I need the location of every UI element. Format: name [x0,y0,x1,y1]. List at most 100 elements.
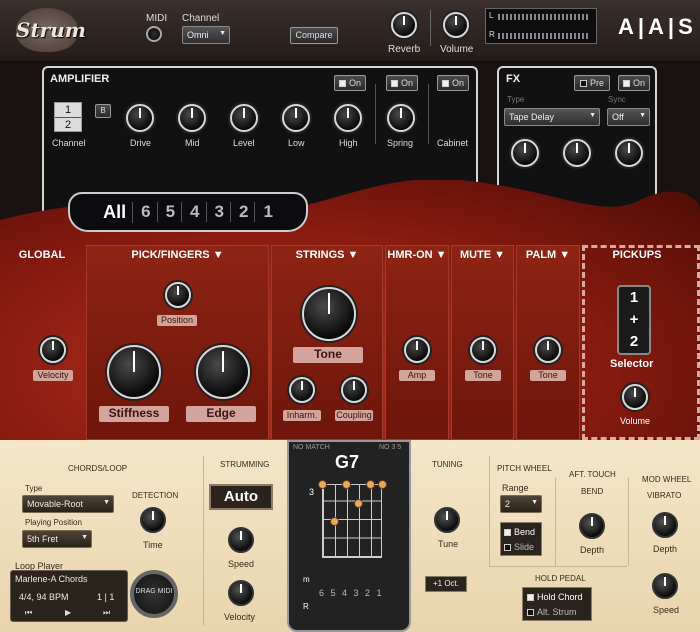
aftertouch-depth-knob[interactable] [579,513,605,539]
strum-auto-button[interactable]: Auto [209,484,273,510]
strum-velocity-knob[interactable] [228,580,254,606]
fx-type-select[interactable]: Tape Delay [504,108,600,126]
hold-chord-label: Hold Chord [537,592,583,602]
tone-label: Tone [293,347,363,363]
edge-knob[interactable] [196,345,250,399]
amp-on-button[interactable]: On [334,75,366,91]
meter-l-label: L [489,11,494,20]
low-knob[interactable] [282,104,310,132]
vibrato-speed-knob[interactable] [652,573,678,599]
chords-loop-title: CHORDS/LOOP [68,464,128,473]
hmr-amp-label: Amp [399,370,435,381]
bottom-divider-2 [489,456,490,566]
strum-speed-label: Speed [228,559,255,569]
loop-player-box: Marlene-A Chords 4/4, 94 BPM 1 | 1 ⏮ ▶ ⏭ [10,570,128,622]
channel-b-button[interactable]: B [95,104,111,118]
mute-tone-knob[interactable] [470,337,496,363]
tune-knob[interactable] [434,507,460,533]
chord-type-select[interactable]: Movable-Root [22,495,114,513]
palm-header[interactable]: PALM ▼ [516,249,580,261]
no-35-label: NO 3 5 [379,444,402,451]
string-selector[interactable]: All 6 5 4 3 2 1 [68,192,308,232]
channel-2[interactable]: 2 [55,118,81,132]
string-3[interactable]: 3 [209,202,231,222]
inharm-knob[interactable] [289,377,315,403]
detection-time-knob[interactable] [140,507,166,533]
pickup-selector[interactable]: 1 + 2 [617,285,651,355]
coupling-knob[interactable] [341,377,367,403]
cabinet-on-button[interactable]: On [437,75,469,91]
hold-chord-option[interactable]: Hold Chord [527,592,583,602]
bend-option[interactable]: Bend [504,527,535,537]
pick-header[interactable]: PICK/FINGERS ▼ [86,249,269,261]
slide-option[interactable]: Slide [504,542,534,552]
pickup-1[interactable]: 1 [619,287,649,309]
amp-on-led-icon [338,80,346,87]
fx-knob-2[interactable] [563,139,591,167]
spring-knob[interactable] [387,104,415,132]
plus-one-octave-button[interactable]: +1 Oct. [425,576,467,592]
next-icon[interactable]: ⏭ [103,608,110,618]
aft-touch-title: AFT. TOUCH [569,470,616,479]
spring-on-button[interactable]: On [386,75,418,91]
header-divider [430,10,431,46]
playing-position-select[interactable]: 5th Fret [22,530,92,548]
mute-header[interactable]: MUTE ▼ [451,249,514,261]
strings-header[interactable]: STRINGS ▼ [271,249,383,261]
channel-select[interactable]: Omni [182,26,230,44]
pickup-2[interactable]: 2 [619,331,649,353]
channel-1[interactable]: 1 [55,103,81,118]
fx-pre-button[interactable]: Pre [574,75,610,91]
drive-knob[interactable] [126,104,154,132]
prev-icon[interactable]: ⏮ [25,608,32,618]
pitch-wheel-title: PITCH WHEEL [497,464,552,473]
coupling-label: Coupling [335,410,373,421]
pickup-volume-knob[interactable] [622,384,648,410]
high-knob[interactable] [334,104,362,132]
stiffness-knob[interactable] [107,345,161,399]
string-4[interactable]: 4 [184,202,207,222]
reverb-knob[interactable] [391,12,417,38]
level-knob[interactable] [230,104,258,132]
mute-tone-label: Tone [465,370,501,381]
bottom-divider-1 [203,456,204,626]
fx-title: FX [506,73,521,85]
hmr-header[interactable]: HMR-ON ▼ [385,249,449,261]
string-5[interactable]: 5 [160,202,183,222]
no-match-label: NO MATCH [293,444,330,451]
hold-chord-led-icon [527,594,534,601]
string-1[interactable]: 1 [257,202,278,222]
fx-knob-1[interactable] [511,139,539,167]
mid-knob[interactable] [178,104,206,132]
position-knob[interactable] [165,282,191,308]
palm-tone-label: Tone [530,370,566,381]
fx-on-button[interactable]: On [618,75,650,91]
string-all[interactable]: All [97,201,134,223]
channel-selector[interactable]: 1 2 [54,102,82,132]
hold-pedal-title: HOLD PEDAL [535,574,586,583]
drag-midi-button[interactable]: DRAG MIDI [130,570,178,618]
velocity-label: Velocity [33,370,73,381]
palm-tone-knob[interactable] [535,337,561,363]
velocity-knob[interactable] [40,337,66,363]
vibrato-depth-knob[interactable] [652,512,678,538]
alt-strum-option[interactable]: Alt. Strum [527,607,577,617]
strum-speed-knob[interactable] [228,527,254,553]
alt-strum-led-icon [527,609,534,616]
inharm-label: Inharm. [283,410,321,421]
string-2[interactable]: 2 [233,202,256,222]
tone-knob[interactable] [302,287,356,341]
fx-knob-3[interactable] [615,139,643,167]
fx-sync-select[interactable]: Off [607,108,650,126]
range-select[interactable]: 2 [500,495,542,513]
compare-button[interactable]: Compare [290,27,338,44]
tuning-title: TUNING [432,460,463,469]
pickup-both[interactable]: + [619,309,649,331]
hmr-amp-knob[interactable] [404,337,430,363]
finger-dot [366,480,375,489]
volume-knob[interactable] [443,12,469,38]
play-icon[interactable]: ▶ [65,608,71,617]
amp-divider-2 [428,84,429,144]
string-6[interactable]: 6 [135,202,158,222]
loop-name[interactable]: Marlene-A Chords [15,574,88,584]
